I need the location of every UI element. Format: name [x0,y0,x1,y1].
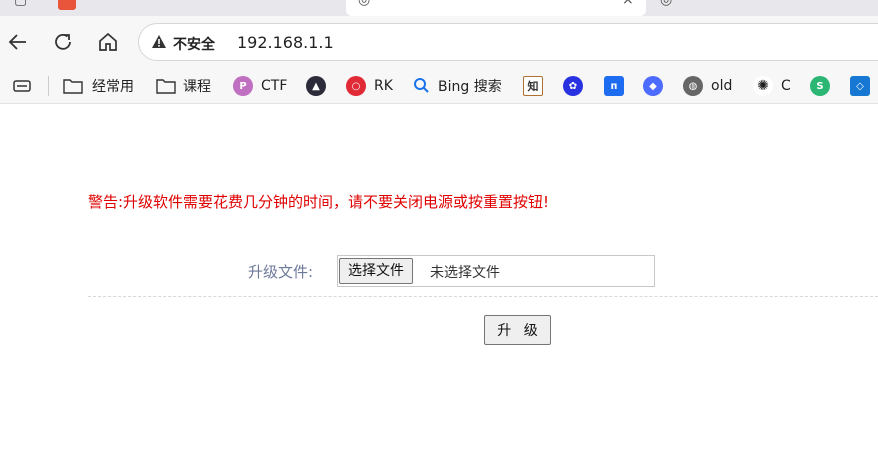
upgrade-warning-text: 警告:升级软件需要花费几分钟的时间，请不要关闭电源或按重置按钮! [88,193,550,211]
choose-file-button[interactable]: 选择文件 [339,258,413,284]
bookmark-bing[interactable]: Bing 搜索 [412,74,502,98]
tab-icon: ▢ [14,0,28,8]
bookmark-folder-jingchangyong[interactable]: 经常用 [62,74,134,98]
bookmark-label: RK [374,78,393,94]
bookmark-label: 课程 [183,79,211,95]
upgrade-button[interactable]: 升 级 [484,315,551,345]
bookmark-blue-bird[interactable]: ◆ [643,74,671,98]
folder-icon [63,79,83,94]
bookmark-old[interactable]: ◍ old [683,74,732,98]
baidu-paw-icon: ✿ [563,76,583,96]
arrow-left-icon [8,34,26,50]
bookmark-compass[interactable]: ▲ [306,74,334,98]
bookmark-baidu[interactable]: ✿ [563,74,591,98]
green-app-icon: S [810,76,830,96]
tab-strip: ▢ ◎ × ◎ [0,0,878,16]
bookmarks-divider [48,76,49,96]
search-icon [414,78,429,93]
tab-active[interactable]: ◎ × [346,0,646,16]
bookmark-label: CTF [261,78,288,94]
bookmark-label: C [781,78,791,94]
zhihu-icon: 知 [523,76,543,96]
bookmark-label: 经常用 [92,79,134,95]
bookmarks-bar: 经常用 课程 P CTF ▲ ○ RK Bing 搜索 知 ✿ п ◆ ◍ ol… [0,68,878,104]
blue-app-icon: п [604,76,624,96]
globe-icon: ◍ [683,76,703,96]
security-label[interactable]: 不安全 [173,34,215,54]
tab-2[interactable] [52,0,342,16]
bookmark-rk[interactable]: ○ RK [346,74,393,98]
bookmark-green-app[interactable]: S [810,74,838,98]
upgrade-file-label: 升级文件: [248,263,314,281]
browser-toolbar: 不安全 192.168.1.1 [0,16,878,68]
bookmark-c[interactable]: ✺ C [753,74,791,98]
bookmark-blue-cube[interactable]: ◇ [850,74,878,98]
tab-favicon-icon: ◎ [660,0,673,8]
bookmark-label: old [711,78,733,94]
browser-window: ▢ ◎ × ◎ 不安全 192.168.1.1 经常用 课程 P CTF ▲ ○… [0,0,878,449]
no-file-selected-text: 未选择文件 [430,265,500,281]
reading-list-icon [13,80,31,92]
address-bar[interactable]: 不安全 192.168.1.1 [138,23,878,61]
page-content: 警告:升级软件需要花费几分钟的时间，请不要关闭电源或按重置按钮! 升级文件: 选… [0,105,878,449]
url-text[interactable]: 192.168.1.1 [237,33,334,52]
folder-icon [156,79,176,94]
warning-triangle-icon[interactable] [151,34,167,50]
tab-4[interactable]: ◎ [650,0,878,16]
tab-close-icon[interactable]: × [622,0,634,8]
dashed-divider [88,296,878,297]
reload-icon [55,33,71,50]
bookmark-ctf[interactable]: P CTF [233,74,287,98]
tab-favicon-icon [58,0,76,10]
rk-site-icon: ○ [346,76,366,96]
blue-bird-icon: ◆ [643,76,663,96]
compass-site-icon: ▲ [306,76,326,96]
reload-button[interactable] [47,26,79,58]
home-button[interactable] [92,26,124,58]
tab-1[interactable]: ▢ [0,0,50,16]
back-button[interactable] [2,26,34,58]
globe-icon: ◎ [358,0,371,8]
bookmark-blue-app[interactable]: п [604,74,632,98]
openai-icon: ✺ [753,76,773,96]
reading-list-button[interactable] [12,74,32,98]
bookmark-folder-kecheng[interactable]: 课程 [155,74,211,98]
blue-cube-icon: ◇ [850,76,870,96]
ctf-site-icon: P [233,76,253,96]
bookmark-label: Bing 搜索 [438,79,502,95]
bookmark-zhihu[interactable]: 知 [523,74,551,98]
file-input[interactable]: 选择文件 未选择文件 [337,255,655,287]
home-icon [99,32,117,51]
